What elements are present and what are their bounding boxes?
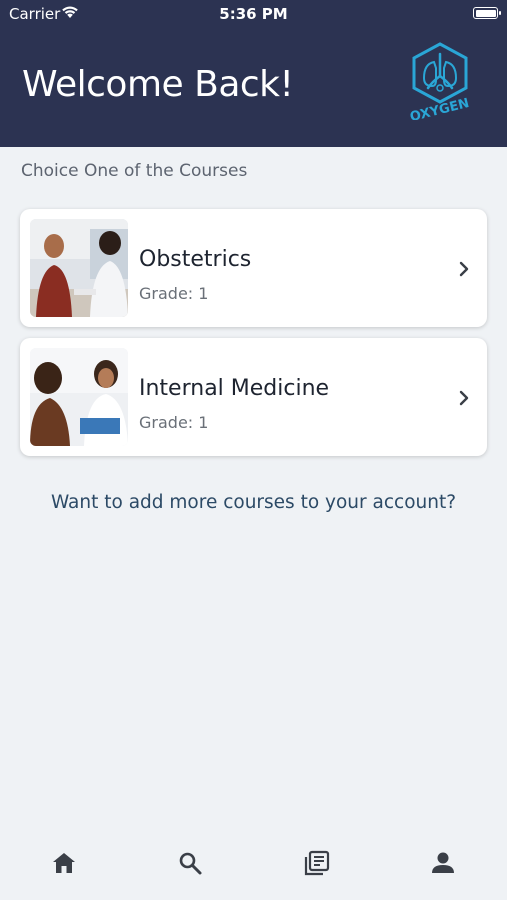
course-thumbnail	[30, 348, 128, 446]
status-bar: Carrier 5:36 PM	[0, 0, 507, 28]
courses-subtitle: Choice One of the Courses	[21, 161, 248, 181]
course-name: Internal Medicine	[139, 376, 330, 401]
course-grade: Grade: 1	[139, 284, 209, 303]
logo-text: OXYGEN	[408, 96, 470, 120]
page-title: Welcome Back!	[22, 64, 294, 105]
header-bar: Carrier 5:36 PM Welcome Back! OXYGEN	[0, 0, 507, 147]
course-card-internal-medicine[interactable]: Internal Medicine Grade: 1	[20, 338, 487, 456]
profile-icon[interactable]	[428, 848, 458, 878]
course-name: Obstetrics	[139, 247, 252, 272]
courses-icon[interactable]	[302, 848, 332, 878]
battery-icon	[473, 7, 501, 19]
chevron-right-icon	[459, 390, 469, 406]
add-more-courses-link[interactable]: Want to add more courses to your account…	[0, 492, 507, 513]
course-grade: Grade: 1	[139, 413, 209, 432]
chevron-right-icon	[459, 261, 469, 277]
course-thumbnail	[30, 219, 128, 317]
oxygen-logo: OXYGEN	[408, 42, 471, 120]
course-card-obstetrics[interactable]: Obstetrics Grade: 1	[20, 209, 487, 327]
tab-bar	[0, 830, 507, 900]
search-icon[interactable]	[175, 848, 205, 878]
clock: 5:36 PM	[219, 5, 288, 23]
home-icon[interactable]	[49, 848, 79, 878]
